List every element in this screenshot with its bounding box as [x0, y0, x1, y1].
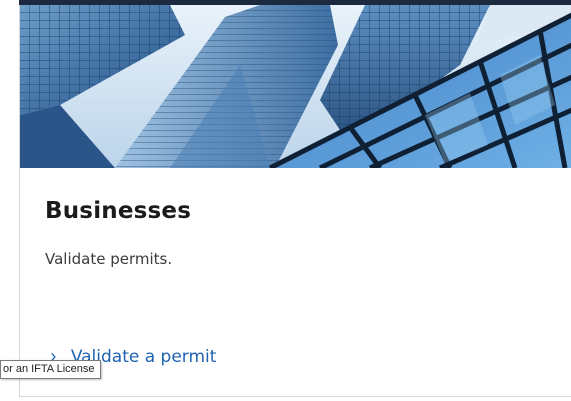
page: Businesses Validate permits. › Validate …	[0, 0, 571, 401]
card-description: Validate permits.	[45, 250, 173, 268]
tooltip: or an IFTA License	[0, 360, 101, 379]
card-title: Businesses	[45, 198, 192, 224]
businesses-card: Businesses Validate permits. › Validate …	[19, 5, 571, 397]
hero-image	[20, 5, 571, 168]
